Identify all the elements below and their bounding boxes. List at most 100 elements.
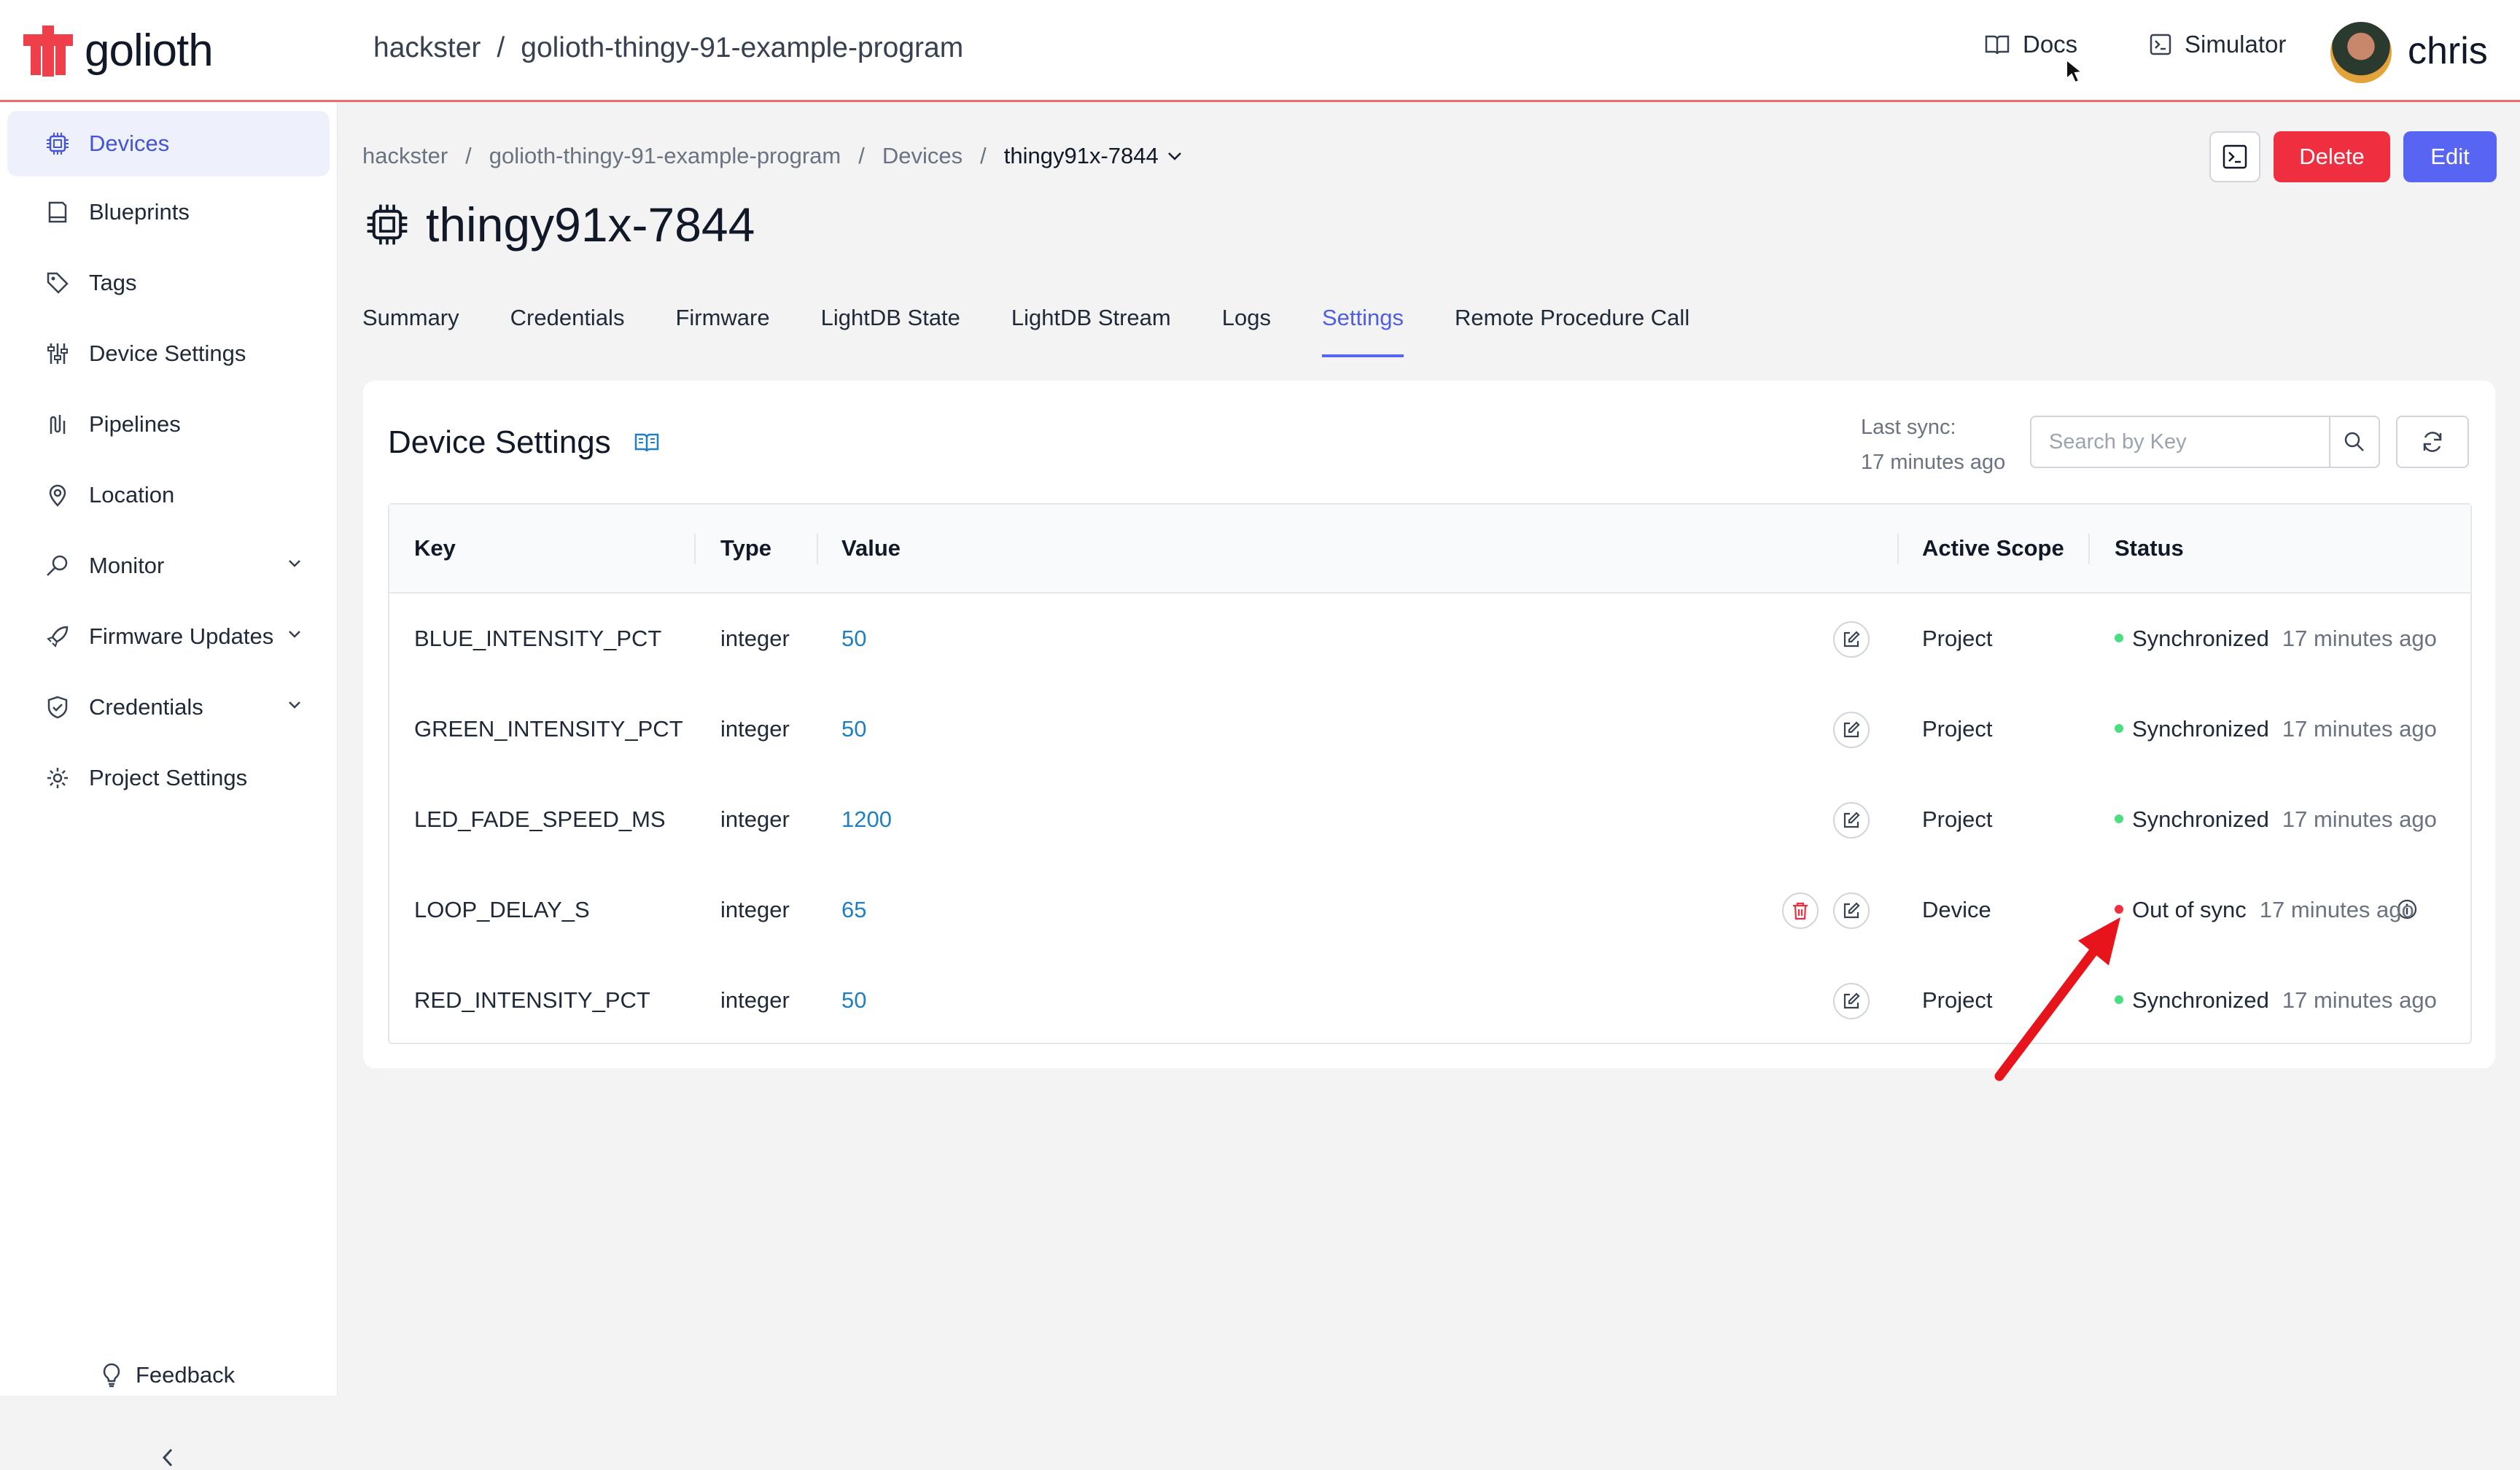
status-dot bbox=[2115, 633, 2123, 642]
tab-settings[interactable]: Settings bbox=[1321, 305, 1404, 357]
setting-key: LED_FADE_SPEED_MS bbox=[414, 806, 666, 832]
collapse-sidebar-chevron-left-icon[interactable] bbox=[159, 1445, 176, 1470]
status-text: Synchronized bbox=[2132, 806, 2269, 832]
setting-key: RED_INTENSITY_PCT bbox=[414, 987, 650, 1013]
setting-key: BLUE_INTENSITY_PCT bbox=[414, 626, 662, 651]
sidebar-item-location[interactable]: Location bbox=[7, 462, 330, 528]
chevron-down-icon bbox=[1167, 152, 1181, 160]
setting-status: Synchronized 17 minutes ago bbox=[2115, 716, 2437, 742]
column-header-value[interactable]: Value bbox=[841, 535, 901, 561]
blueprint-icon bbox=[48, 201, 67, 223]
tab-credentials[interactable]: Credentials bbox=[510, 305, 625, 357]
column-header-status[interactable]: Status bbox=[2115, 535, 2184, 561]
tab-remote-procedure-call[interactable]: Remote Procedure Call bbox=[1455, 305, 1689, 357]
chevron-down-icon bbox=[289, 701, 300, 709]
chevron-down-icon bbox=[289, 631, 300, 638]
tag-icon bbox=[47, 272, 69, 294]
device-switcher[interactable]: thingy91x-7844 bbox=[1004, 143, 1183, 169]
status-text: Out of sync bbox=[2132, 897, 2247, 922]
table-row: LED_FADE_SPEED_MS integer 1200 Project S… bbox=[389, 774, 2470, 865]
sidebar-item-label: Credentials bbox=[89, 694, 203, 720]
status-dot bbox=[2115, 814, 2123, 823]
tab-lightdb-stream[interactable]: LightDB Stream bbox=[1011, 305, 1171, 357]
column-header-key[interactable]: Key bbox=[414, 535, 456, 561]
sidebar-item-device-settings[interactable]: Device Settings bbox=[7, 321, 330, 386]
tab-firmware[interactable]: Firmware bbox=[675, 305, 769, 357]
project-link[interactable]: golioth-thingy-91-example-program bbox=[521, 32, 963, 64]
sidebar-item-monitor[interactable]: Monitor bbox=[7, 533, 330, 599]
edit-setting-button[interactable] bbox=[1833, 621, 1870, 658]
edit-button[interactable]: Edit bbox=[2403, 131, 2497, 182]
sidebar-item-label: Device Settings bbox=[89, 341, 246, 366]
setting-type: integer bbox=[720, 626, 790, 651]
chevron-down-icon bbox=[289, 560, 300, 567]
column-header-active-scope[interactable]: Active Scope bbox=[1922, 535, 2064, 561]
refresh-button[interactable] bbox=[2396, 416, 2469, 468]
sidebar-item-tags[interactable]: Tags bbox=[7, 250, 330, 316]
chip-icon bbox=[47, 133, 69, 155]
console-button[interactable] bbox=[2209, 131, 2260, 182]
tab-logs[interactable]: Logs bbox=[1222, 305, 1271, 357]
book-icon bbox=[1985, 35, 2010, 55]
search-button[interactable] bbox=[2330, 417, 2379, 467]
breadcrumb-project[interactable]: golioth-thingy-91-example-program bbox=[489, 143, 841, 169]
annotation-arrow-icon bbox=[1994, 917, 2120, 1081]
status-text: Synchronized bbox=[2132, 626, 2269, 651]
status-dot bbox=[2115, 723, 2123, 733]
docs-link[interactable]: Docs bbox=[1985, 31, 2077, 58]
sidebar-item-project-settings[interactable]: Project Settings bbox=[7, 745, 330, 811]
edit-setting-button[interactable] bbox=[1833, 983, 1870, 1019]
device-tabs: Summary Credentials Firmware LightDB Sta… bbox=[362, 305, 1741, 357]
pencil-square-icon bbox=[1843, 721, 1860, 738]
sidebar-item-firmware-updates[interactable]: Firmware Updates bbox=[7, 604, 330, 669]
golioth-logo[interactable]: golioth bbox=[20, 25, 214, 77]
avatar[interactable] bbox=[2330, 22, 2392, 83]
pencil-square-icon bbox=[1843, 992, 1860, 1009]
tab-lightdb-state[interactable]: LightDB State bbox=[821, 305, 960, 357]
setting-scope: Project bbox=[1922, 806, 1993, 832]
setting-status: Synchronized 17 minutes ago bbox=[2115, 987, 2437, 1014]
breadcrumb-org[interactable]: hackster bbox=[362, 143, 448, 169]
delete-button[interactable]: Delete bbox=[2274, 131, 2390, 182]
column-header-type[interactable]: Type bbox=[720, 535, 771, 561]
org-link[interactable]: hackster bbox=[373, 32, 481, 64]
feedback-button[interactable]: Feedback bbox=[102, 1362, 235, 1388]
pencil-square-icon bbox=[1843, 812, 1860, 828]
column-divider bbox=[1897, 534, 1899, 564]
user-name[interactable]: chris bbox=[2408, 29, 2488, 73]
setting-scope: Project bbox=[1922, 716, 1993, 742]
edit-setting-button[interactable] bbox=[1833, 712, 1870, 748]
edit-setting-button[interactable] bbox=[1833, 892, 1870, 929]
sidebar-item-blueprints[interactable]: Blueprints bbox=[7, 179, 330, 245]
status-time: 17 minutes ago bbox=[2259, 897, 2414, 922]
simulator-link[interactable]: Simulator bbox=[2150, 31, 2286, 58]
project-breadcrumb: hackster / golioth-thingy-91-example-pro… bbox=[373, 32, 963, 64]
sidebar-item-label: Tags bbox=[89, 270, 137, 295]
top-bar: golioth hackster / golioth-thingy-91-exa… bbox=[0, 0, 2520, 102]
feedback-label: Feedback bbox=[136, 1362, 236, 1388]
table-row: LOOP_DELAY_S integer 65 Device Out of sy… bbox=[389, 865, 2470, 955]
monitor-icon bbox=[47, 555, 68, 576]
tab-summary[interactable]: Summary bbox=[362, 305, 459, 357]
mouse-cursor-icon bbox=[2066, 58, 2082, 84]
search-icon bbox=[2344, 432, 2364, 451]
docs-book-icon[interactable] bbox=[634, 432, 659, 453]
sidebar-item-pipelines[interactable]: Pipelines bbox=[7, 392, 330, 457]
search-input[interactable] bbox=[2031, 417, 2330, 467]
golioth-logo-icon bbox=[23, 25, 73, 77]
pipeline-icon bbox=[50, 415, 66, 434]
setting-status: Out of sync 17 minutes ago bbox=[2115, 897, 2414, 923]
simulator-label: Simulator bbox=[2185, 31, 2287, 58]
delete-setting-button[interactable] bbox=[1782, 892, 1819, 929]
sidebar-item-label: Location bbox=[89, 482, 175, 508]
pencil-square-icon bbox=[1843, 631, 1860, 648]
sidebar-item-credentials[interactable]: Credentials bbox=[7, 674, 330, 740]
search-box bbox=[2030, 416, 2380, 468]
edit-setting-button[interactable] bbox=[1833, 802, 1870, 839]
setting-type: integer bbox=[720, 716, 790, 742]
breadcrumb-separator: / bbox=[980, 143, 987, 168]
breadcrumb: hackster / golioth-thingy-91-example-pro… bbox=[362, 143, 1183, 169]
sidebar-item-devices[interactable]: Devices bbox=[7, 111, 330, 176]
sidebar-item-label: Firmware Updates bbox=[89, 623, 274, 649]
breadcrumb-devices[interactable]: Devices bbox=[882, 143, 962, 169]
